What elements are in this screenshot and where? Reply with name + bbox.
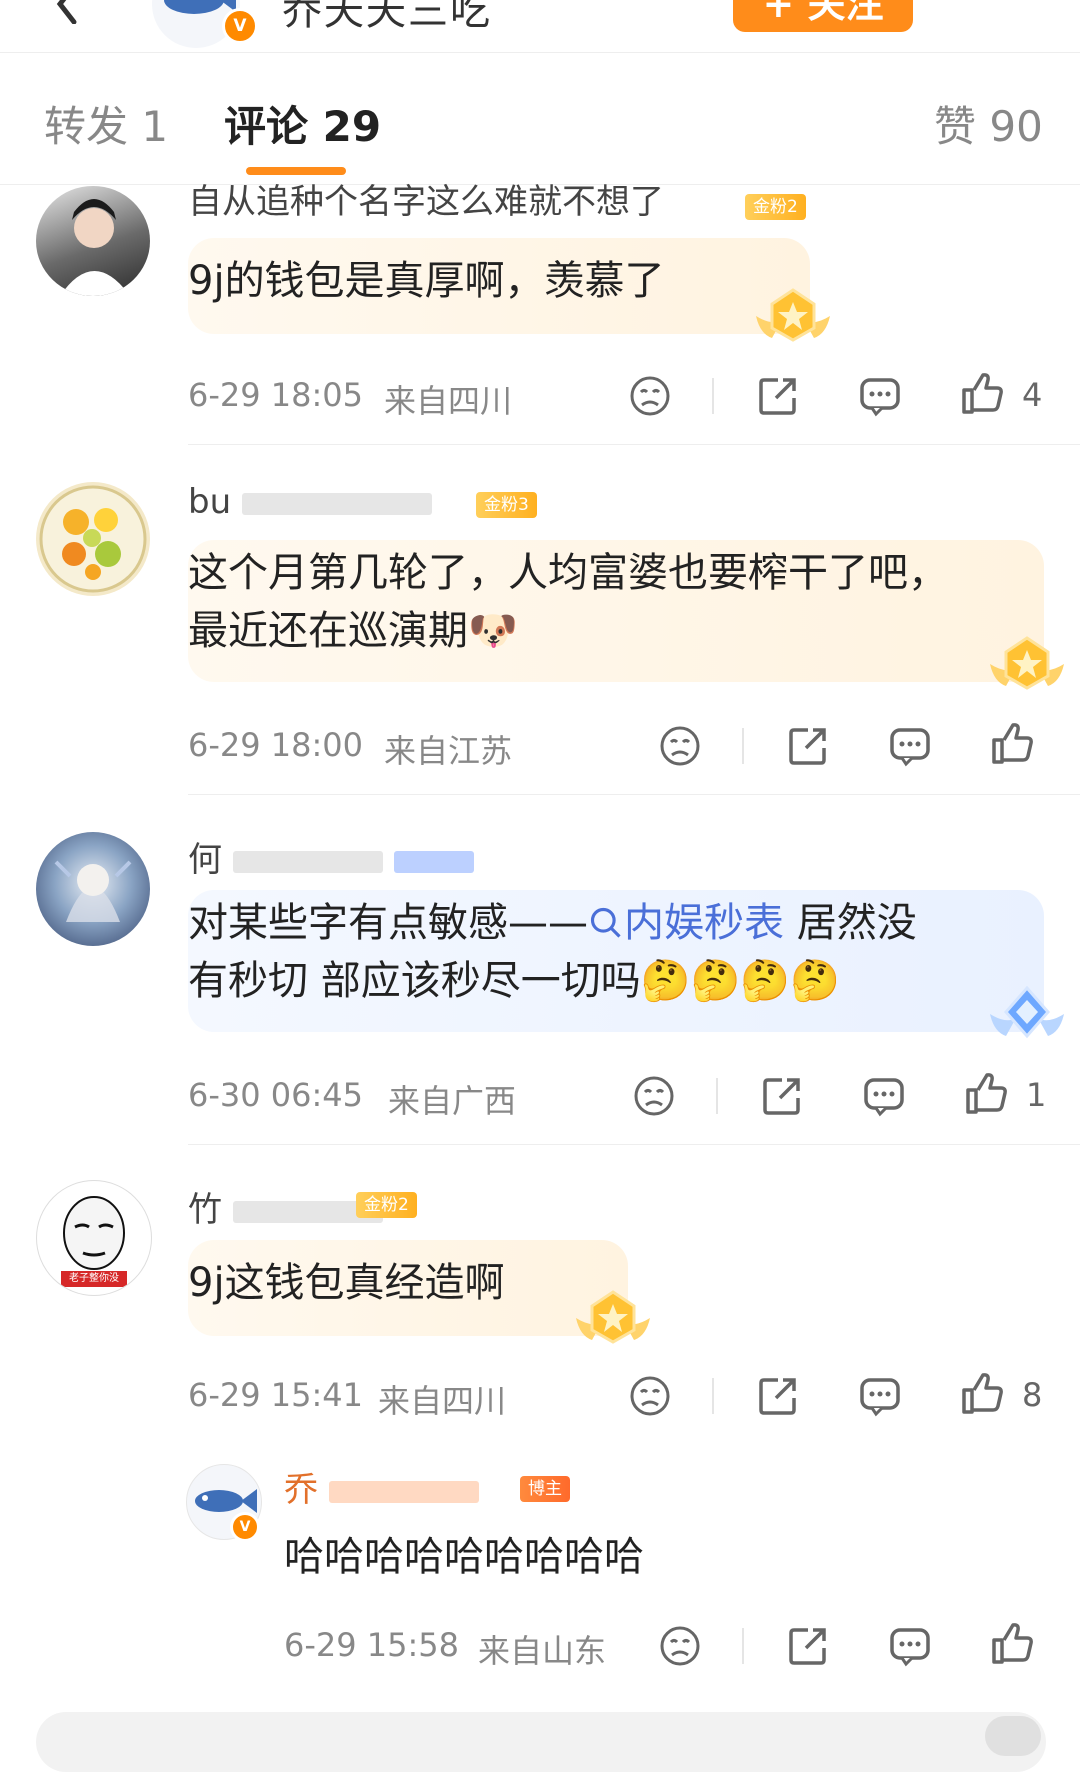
- comment-text: 9j的钱包是真厚啊，羡慕了: [188, 258, 665, 304]
- comment-location: 来自四川: [384, 382, 513, 420]
- dislike-face-icon[interactable]: [658, 1624, 702, 1668]
- close-button[interactable]: [985, 1716, 1041, 1756]
- comment-item: 自从追种个名字这么难就不想了 金粉2 9j的钱包是真厚啊，羡慕了 6-29 18…: [0, 182, 1080, 445]
- tab-likes[interactable]: 赞 90: [934, 93, 1043, 154]
- fan-badge: 金粉2: [356, 1192, 417, 1218]
- dislike-face-icon[interactable]: [628, 374, 672, 418]
- thumb-up-icon[interactable]: [964, 1072, 1008, 1116]
- avatar[interactable]: [36, 186, 150, 296]
- avatar-fruit-plate: [39, 485, 147, 593]
- follow-button[interactable]: + 关注: [733, 0, 913, 32]
- separator: [716, 1078, 718, 1114]
- back-arrow-icon[interactable]: [48, 0, 88, 24]
- like-count: 4: [1022, 376, 1043, 414]
- blogger-badge: 博主: [520, 1476, 570, 1502]
- separator: [742, 728, 744, 764]
- comment-input-bar[interactable]: [36, 1712, 1046, 1772]
- separator: [712, 1378, 714, 1414]
- redacted-name: [232, 850, 383, 873]
- tab-repost[interactable]: 转发 1: [44, 93, 168, 154]
- avatar-caption: 老子整你没: [69, 1273, 119, 1284]
- reply-location: 来自山东: [478, 1632, 607, 1670]
- comment-text-line2: 有秒切 部应该秒尽一切吗🤔🤔🤔🤔: [188, 958, 840, 1004]
- header-username[interactable]: 乔夭夭三吃: [282, 0, 492, 36]
- emoji: 🐶: [468, 608, 518, 654]
- share-icon[interactable]: [760, 1074, 804, 1118]
- avatar[interactable]: 老子整你没: [36, 1180, 152, 1296]
- medal-icon: [990, 985, 1064, 1039]
- thumb-up-icon[interactable]: [990, 1622, 1034, 1666]
- dislike-face-icon[interactable]: [658, 724, 702, 768]
- comment-item: bu 金粉3 这个月第几轮了，人均富婆也要榨干了吧， 最近还在巡演期🐶 6-29…: [0, 444, 1080, 795]
- avatar[interactable]: [36, 832, 150, 946]
- thumb-up-icon[interactable]: [960, 1372, 1004, 1416]
- comment-date: 6-30 06:45: [188, 1076, 364, 1114]
- reply-date: 6-29 15:58: [284, 1626, 460, 1664]
- comment-text-line2: 最近还在巡演期🐶: [188, 608, 518, 654]
- comment-icon[interactable]: [888, 1624, 932, 1668]
- avatar[interactable]: [36, 482, 150, 596]
- dislike-face-icon[interactable]: [628, 1374, 672, 1418]
- medal-icon: [990, 636, 1064, 690]
- comment-username[interactable]: 何: [188, 832, 474, 881]
- reply-username[interactable]: 乔: [284, 1462, 479, 1511]
- reply-text: 哈哈哈哈哈哈哈哈哈: [284, 1534, 644, 1580]
- like-count: 8: [1022, 1376, 1043, 1414]
- redacted-badge: [393, 850, 474, 873]
- search-icon: [590, 907, 621, 938]
- comment-icon[interactable]: [858, 1374, 902, 1418]
- verified-badge: V: [230, 1512, 260, 1542]
- comment-text: 9j这钱包真经造啊: [188, 1260, 505, 1306]
- comment-text-line1: 这个月第几轮了，人均富婆也要榨干了吧，: [188, 550, 948, 596]
- comment-icon[interactable]: [858, 374, 902, 418]
- comment-location: 来自广西: [388, 1082, 517, 1120]
- tab-comments[interactable]: 评论 29: [224, 93, 381, 154]
- comment-item: 老子整你没 竹 金粉2 9j这钱包真经造啊 6-29 15:41 来自四川 8: [0, 1144, 1080, 1420]
- avatar-portrait: [60, 199, 130, 296]
- redacted-name: [241, 492, 432, 515]
- comment-username[interactable]: 自从追种个名字这么难就不想了: [188, 174, 664, 223]
- comment-location: 来自江苏: [384, 732, 513, 770]
- reply-item: V 乔 博主 哈哈哈哈哈哈哈哈哈 6-29 15:58 来自山东: [0, 1460, 1080, 1700]
- tab-bar: 转发 1 评论 29 赞 90: [0, 53, 1080, 185]
- share-icon[interactable]: [756, 1374, 800, 1418]
- like-count: 1: [1026, 1076, 1047, 1114]
- share-icon[interactable]: [786, 1624, 830, 1668]
- comment-location: 来自四川: [378, 1382, 507, 1420]
- share-icon[interactable]: [786, 724, 830, 768]
- comment-icon[interactable]: [888, 724, 932, 768]
- comment-date: 6-29 18:05: [188, 376, 364, 414]
- dislike-face-icon[interactable]: [632, 1074, 676, 1118]
- medal-icon: [576, 1290, 650, 1344]
- fan-badge: 金粉3: [476, 492, 537, 518]
- emoji: 🤔🤔🤔🤔: [640, 958, 840, 1004]
- verified-badge: V: [222, 8, 258, 44]
- comment-icon[interactable]: [862, 1074, 906, 1118]
- comment-item: 何 对某些字有点敏感—— 内娱秒表 居然没 有秒切 部应该秒尽一切吗🤔🤔🤔🤔 6-…: [0, 794, 1080, 1145]
- comment-date: 6-29 18:00: [188, 726, 364, 764]
- medal-icon: [756, 288, 830, 342]
- thumb-up-icon[interactable]: [960, 372, 1004, 416]
- top-header: V 乔夭夭三吃 + 关注: [0, 0, 1080, 52]
- separator: [742, 1628, 744, 1664]
- comment-date: 6-29 15:41: [188, 1376, 364, 1414]
- comment-username[interactable]: bu: [188, 482, 432, 522]
- separator: [712, 378, 714, 414]
- redacted-name: [328, 1480, 479, 1503]
- thumb-up-icon[interactable]: [990, 722, 1034, 766]
- avatar-illustration: [54, 860, 132, 922]
- fan-badge: 金粉2: [745, 194, 806, 220]
- topic-link[interactable]: 内娱秒表: [588, 900, 784, 946]
- share-icon[interactable]: [756, 374, 800, 418]
- comment-username[interactable]: 竹: [188, 1182, 383, 1231]
- comment-text-line1: 对某些字有点敏感—— 内娱秒表 居然没: [188, 900, 917, 946]
